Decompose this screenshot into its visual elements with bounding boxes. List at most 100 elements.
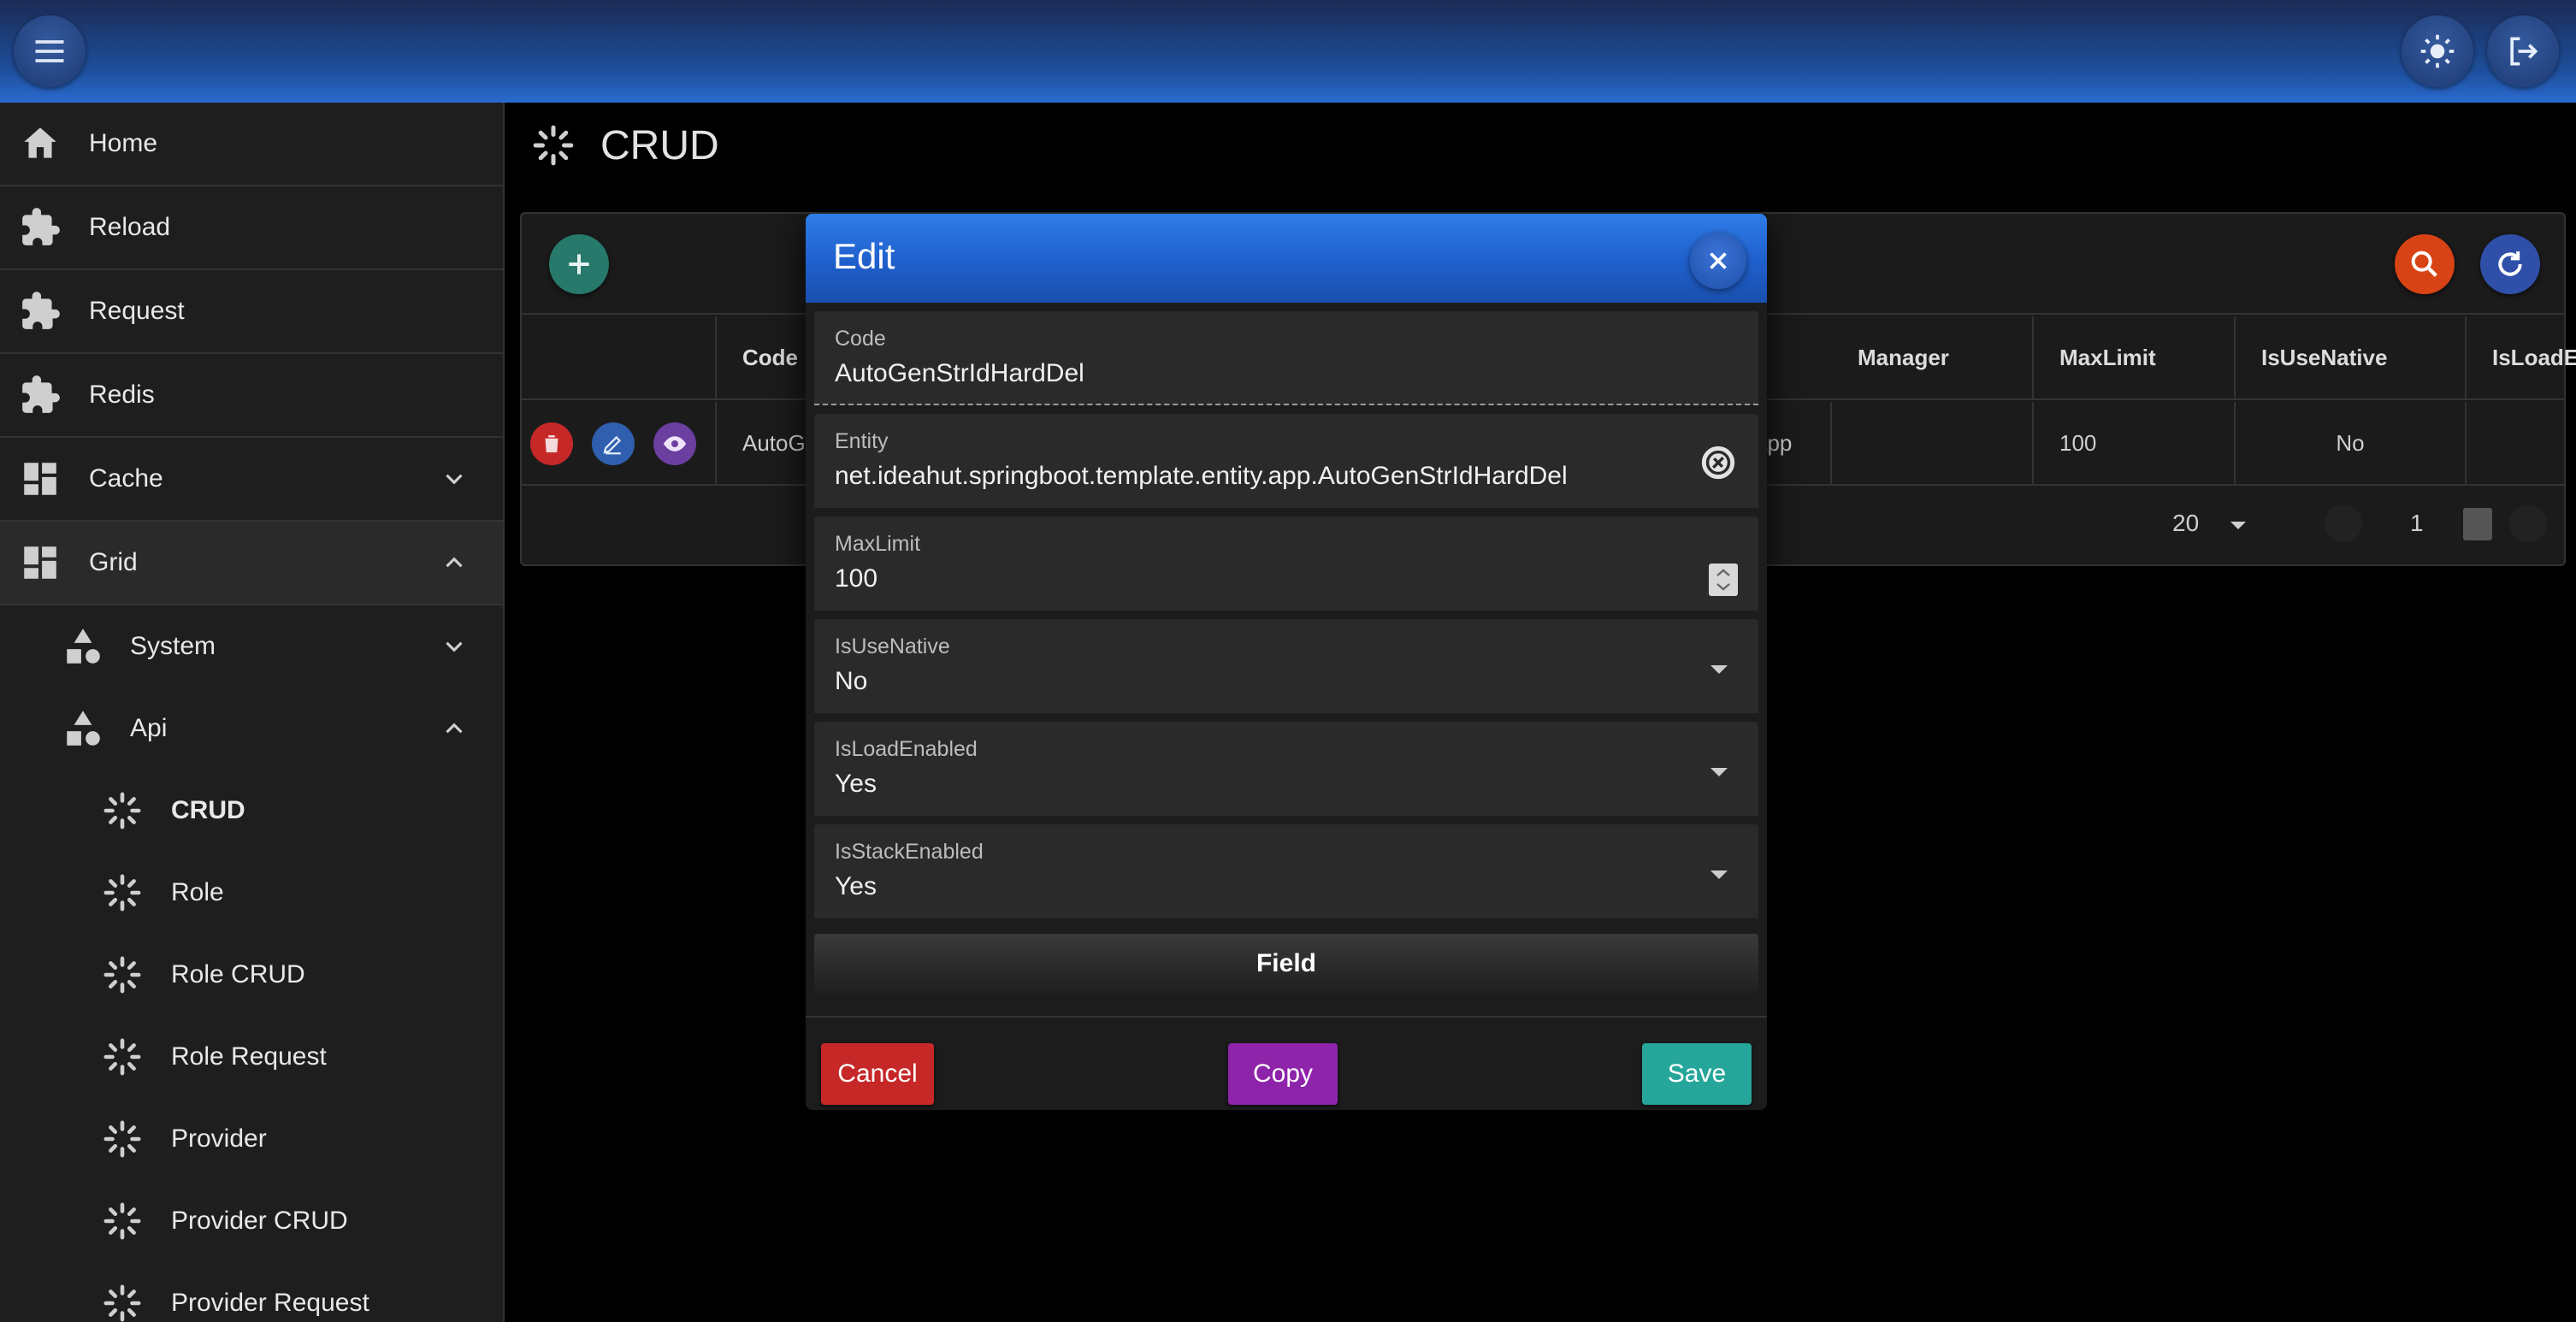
page-size-select[interactable]: 20 — [2172, 510, 2199, 537]
save-button[interactable]: Save — [1642, 1043, 1752, 1105]
dashboard-icon — [24, 463, 56, 495]
shapes-icon — [67, 629, 100, 664]
refresh-icon — [2498, 251, 2522, 276]
row-actions — [522, 402, 717, 484]
sidebar-item-role-crud[interactable]: Role CRUD — [0, 934, 503, 1016]
sidebar-item-api[interactable]: Api — [0, 688, 503, 770]
dropdown-caret-icon — [1710, 871, 1728, 879]
chevron-down-icon — [446, 641, 463, 652]
chevron-down-icon — [446, 474, 463, 485]
sidebar-item-label: Provider Request — [171, 1289, 369, 1317]
plus-icon — [569, 254, 589, 274]
add-button[interactable] — [549, 234, 609, 294]
menu-icon — [35, 40, 64, 62]
close-dialog-button[interactable] — [1690, 233, 1746, 289]
copy-button[interactable]: Copy — [1228, 1043, 1338, 1105]
sidebar-item-label: Role — [171, 878, 224, 906]
sidebar-item-label: Grid — [89, 548, 138, 576]
sidebar-item-provider[interactable]: Provider — [0, 1098, 503, 1180]
sidebar-item-label: Reload — [89, 213, 171, 241]
page-number-input[interactable]: 1 — [2410, 510, 2424, 537]
sidebar-item-provider-crud[interactable]: Provider CRUD — [0, 1180, 503, 1262]
sidebar-item-label: Home — [89, 129, 158, 157]
refresh-button[interactable] — [2480, 234, 2540, 294]
page-size-caret-icon[interactable] — [2230, 522, 2246, 529]
theme-toggle-button[interactable] — [2402, 15, 2473, 87]
trash-icon — [544, 435, 559, 452]
dropdown-caret-icon — [1710, 768, 1728, 776]
sidebar-item-crud[interactable]: CRUD — [0, 770, 503, 852]
sidebar-item-reload[interactable]: Reload — [0, 186, 503, 270]
sidebar-item-label: Request — [89, 297, 185, 325]
dialog-footer: Cancel Copy Save — [806, 1016, 1767, 1110]
cell-isusenative: No — [2236, 402, 2467, 484]
sidebar-item-label: System — [130, 632, 216, 660]
delete-row-button[interactable] — [530, 422, 573, 465]
clear-selection-icon[interactable] — [1699, 443, 1738, 482]
dashboard-icon — [24, 546, 56, 579]
page-stepper[interactable] — [2463, 508, 2492, 540]
sidebar-item-label: CRUD — [171, 796, 245, 824]
field-label: Code — [835, 327, 886, 351]
home-icon — [24, 127, 56, 158]
prev-page-button[interactable] — [2325, 505, 2362, 542]
logout-button[interactable] — [2487, 15, 2559, 87]
column-header-maxlimit[interactable]: MaxLimit — [2034, 316, 2236, 398]
search-icon — [2411, 251, 2437, 277]
dialog-header: Edit — [806, 214, 1767, 303]
spinner-icon — [103, 792, 141, 829]
cell-isloadenabled — [2467, 402, 2569, 484]
field-value: net.ideahut.springboot.template.entity.a… — [835, 462, 1568, 490]
sidebar-item-label: Provider — [171, 1124, 267, 1153]
column-header-manager[interactable]: Manager — [1832, 316, 2034, 398]
sidebar-item-request[interactable]: Request — [0, 270, 503, 354]
isloadenabled-select[interactable]: IsLoadEnabled Yes — [814, 722, 1758, 816]
column-header-isloadenabled[interactable]: IsLoadE — [2467, 316, 2576, 398]
cell-maxlimit: 100 — [2034, 402, 2236, 484]
field-value: 100 — [835, 564, 878, 593]
sidebar-item-home[interactable]: Home — [0, 103, 503, 186]
next-page-button[interactable] — [2509, 505, 2547, 542]
spinner-icon — [103, 1284, 141, 1322]
sidebar-item-label: Role Request — [171, 1042, 327, 1071]
isusenative-select[interactable]: IsUseNative No — [814, 619, 1758, 713]
sidebar-item-role[interactable]: Role — [0, 852, 503, 934]
puzzle-icon — [22, 208, 60, 245]
field-value: Yes — [835, 770, 877, 798]
spinner-icon — [533, 125, 574, 166]
chevron-up-icon — [446, 723, 463, 734]
field-value: Yes — [835, 872, 877, 900]
search-button[interactable] — [2395, 234, 2455, 294]
dialog-title: Edit — [833, 236, 895, 276]
spinner-icon — [103, 874, 141, 912]
top-app-bar — [0, 0, 2576, 103]
isstackenabled-select[interactable]: IsStackEnabled Yes — [814, 824, 1758, 918]
spinner-icon — [103, 1202, 141, 1240]
code-field[interactable]: Code AutoGenStrIdHardDel — [814, 311, 1758, 405]
field-value: No — [835, 667, 868, 695]
sidebar-item-grid[interactable]: Grid — [0, 522, 503, 605]
edit-row-button[interactable] — [592, 422, 635, 465]
spinner-icon — [103, 1038, 141, 1076]
sidebar-item-provider-request[interactable]: Provider Request — [0, 1262, 503, 1322]
sidebar-item-system[interactable]: System — [0, 605, 503, 688]
sidebar-item-redis[interactable]: Redis — [0, 354, 503, 438]
view-row-button[interactable] — [653, 422, 696, 465]
field-button[interactable]: Field — [814, 934, 1758, 994]
field-label: Entity — [835, 429, 889, 453]
cell-manager — [1832, 402, 2034, 484]
field-value: AutoGenStrIdHardDel — [835, 359, 1084, 387]
sidebar-item-role-request[interactable]: Role Request — [0, 1016, 503, 1098]
field-label: IsStackEnabled — [835, 840, 984, 864]
cancel-button[interactable]: Cancel — [821, 1043, 934, 1105]
column-header-isusenative[interactable]: IsUseNative — [2236, 316, 2467, 398]
spinner-icon — [103, 956, 141, 994]
entity-field[interactable]: Entity net.ideahut.springboot.template.e… — [814, 414, 1758, 508]
sidebar-item-cache[interactable]: Cache — [0, 438, 503, 522]
spinner-icon — [103, 1120, 141, 1158]
menu-button[interactable] — [14, 15, 86, 87]
field-label: MaxLimit — [835, 532, 921, 556]
maxlimit-field[interactable]: MaxLimit 100 — [814, 516, 1758, 611]
number-stepper[interactable] — [1709, 564, 1738, 596]
sidebar-item-label: Provider CRUD — [171, 1207, 348, 1235]
